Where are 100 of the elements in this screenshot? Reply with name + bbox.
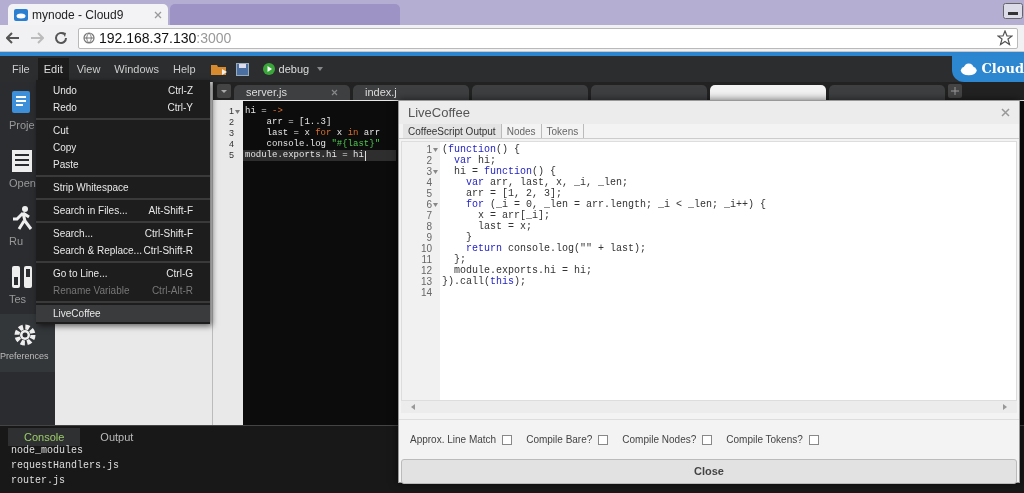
menu-item[interactable]: Help xyxy=(167,58,202,80)
editor-tab[interactable] xyxy=(710,85,826,100)
star-icon[interactable] xyxy=(997,30,1013,46)
fold-icon[interactable] xyxy=(433,147,438,152)
option-label: Compile Nodes? xyxy=(622,433,697,447)
code-line: module.exports.hi = hi xyxy=(244,150,364,161)
line-number: 8 xyxy=(426,221,432,232)
close-icon[interactable] xyxy=(154,10,162,19)
console-line: router.js xyxy=(11,474,65,488)
line-number: 12 xyxy=(420,265,432,276)
close-button[interactable]: Close xyxy=(401,459,1017,484)
text-cursor xyxy=(364,150,366,161)
code-line: }; xyxy=(453,254,466,265)
sidebar-label[interactable]: Tes xyxy=(9,290,27,308)
checkbox[interactable] xyxy=(598,434,609,445)
horizontal-scrollbar[interactable] xyxy=(401,401,1017,413)
fold-icon[interactable] xyxy=(235,109,240,114)
minimize-icon[interactable] xyxy=(1003,3,1023,19)
globe-icon xyxy=(83,32,95,44)
console-tab[interactable]: Console xyxy=(8,428,81,446)
menu-entry[interactable]: Search... Ctrl-Shift-F xyxy=(36,225,210,242)
code-line: module.exports.hi = hi; xyxy=(454,265,593,276)
menu-entry[interactable]: Cut xyxy=(36,122,210,139)
tab-title: mynode - Cloud9 xyxy=(32,6,125,24)
fold-icon[interactable] xyxy=(433,202,438,207)
editor-tab[interactable]: server.js xyxy=(234,85,350,100)
play-icon xyxy=(262,63,275,75)
dialog-title: LiveCoffee xyxy=(408,103,471,122)
menu-entry[interactable]: Strip Whitespace xyxy=(36,179,210,196)
code-line: arr = [1..3] xyxy=(265,117,332,128)
line-number: 3 xyxy=(426,166,432,177)
option-label: Compile Tokens? xyxy=(726,433,803,447)
cloud-favicon-icon xyxy=(14,8,28,21)
line-number: 2 xyxy=(229,117,234,128)
code-line: last = x for x in arr xyxy=(265,128,381,139)
menu-item[interactable]: File xyxy=(6,58,36,80)
menu-entry[interactable]: Search & Replace... Ctrl-Shift-R xyxy=(36,242,210,259)
line-number: 13 xyxy=(420,276,432,287)
dropdown-icon[interactable] xyxy=(217,84,231,98)
line-number: 1 xyxy=(229,106,234,117)
option-label: Compile Bare? xyxy=(526,433,593,447)
checkbox[interactable] xyxy=(808,434,819,445)
menu-entry[interactable]: Go to Line... Ctrl-G xyxy=(36,265,210,282)
code-line: last = x; xyxy=(477,221,532,232)
left-arrow-icon[interactable] xyxy=(411,404,415,410)
code-line: (function() { xyxy=(442,144,521,155)
line-number: 4 xyxy=(229,139,234,150)
code-line: var arr, last, x, _i, _len; xyxy=(465,177,629,188)
code-line: x = arr[_i]; xyxy=(477,210,551,221)
checkbox[interactable] xyxy=(502,434,513,445)
menu-item[interactable]: View xyxy=(70,58,107,80)
console-line: requestHandlers.js xyxy=(11,459,120,473)
menu-entry[interactable]: Paste xyxy=(36,156,210,173)
line-number: 5 xyxy=(426,188,432,199)
menu-entry[interactable]: Undo Ctrl-Z xyxy=(36,82,210,99)
line-number: 2 xyxy=(426,155,432,166)
close-icon[interactable] xyxy=(1001,108,1010,117)
editor-tab[interactable]: index.j xyxy=(353,85,469,100)
back-arrow-icon[interactable] xyxy=(6,32,20,44)
code-line: hi = -> xyxy=(244,106,283,117)
menu-entry[interactable]: Search in Files... Alt-Shift-F xyxy=(36,202,210,219)
console-line: node_modules xyxy=(11,444,83,458)
line-number: 7 xyxy=(426,210,432,221)
folder-icon[interactable] xyxy=(209,62,228,76)
code-line: for (_i = 0, _len = arr.length; _i < _len; _i++) { xyxy=(465,199,767,210)
close-icon[interactable] xyxy=(331,89,338,96)
menu-entry[interactable]: Redo Ctrl-Y xyxy=(36,99,210,116)
address-field[interactable]: 192.168.37.130:3000 xyxy=(78,27,1018,49)
dialog-tab[interactable]: CoffeeScript Output xyxy=(403,124,502,138)
code-line: } xyxy=(465,232,472,243)
checkbox[interactable] xyxy=(702,434,713,445)
sidebar-label[interactable]: Ru xyxy=(9,232,24,250)
reload-icon[interactable] xyxy=(54,31,68,45)
menu-item[interactable]: Edit xyxy=(37,58,69,80)
line-number: 4 xyxy=(426,177,432,188)
code-editor[interactable]: hi = -> arr = [1..3] last = x for x in arr console.log "#{last}" module.exports.hi = hi xyxy=(243,101,396,425)
cloud-icon xyxy=(960,61,978,77)
add-tab-icon[interactable] xyxy=(948,84,962,98)
code-line: console.log "#{last}" xyxy=(265,139,381,150)
sidebar-label[interactable]: Proje xyxy=(9,116,35,134)
url-text: 192.168.37.130:3000 xyxy=(99,28,232,48)
browser-tab[interactable]: mynode - Cloud9 xyxy=(8,4,168,25)
right-arrow-icon[interactable] xyxy=(1003,404,1007,410)
code-line: }).call(this); xyxy=(442,276,527,287)
dialog-tab[interactable]: Tokens xyxy=(541,124,585,138)
menu-entry[interactable]: Copy xyxy=(36,139,210,156)
line-number: 3 xyxy=(229,128,234,139)
sidebar-label[interactable]: Open xyxy=(9,174,36,192)
code-line: var hi; xyxy=(453,155,497,166)
console-tab[interactable]: Output xyxy=(84,428,150,446)
menu-item[interactable]: Windows xyxy=(108,58,165,80)
line-number: 1 xyxy=(426,144,432,155)
code-line: return console.log("" + last); xyxy=(465,243,647,254)
dialog-tab[interactable]: Nodes xyxy=(501,124,542,138)
run-config-button[interactable]: debug xyxy=(260,58,312,80)
save-icon[interactable] xyxy=(235,62,249,76)
menu-entry[interactable]: LiveCoffee xyxy=(36,305,210,322)
caret-icon[interactable] xyxy=(317,67,324,71)
fold-icon[interactable] xyxy=(433,169,438,174)
code-line: hi = function() { xyxy=(453,166,557,177)
